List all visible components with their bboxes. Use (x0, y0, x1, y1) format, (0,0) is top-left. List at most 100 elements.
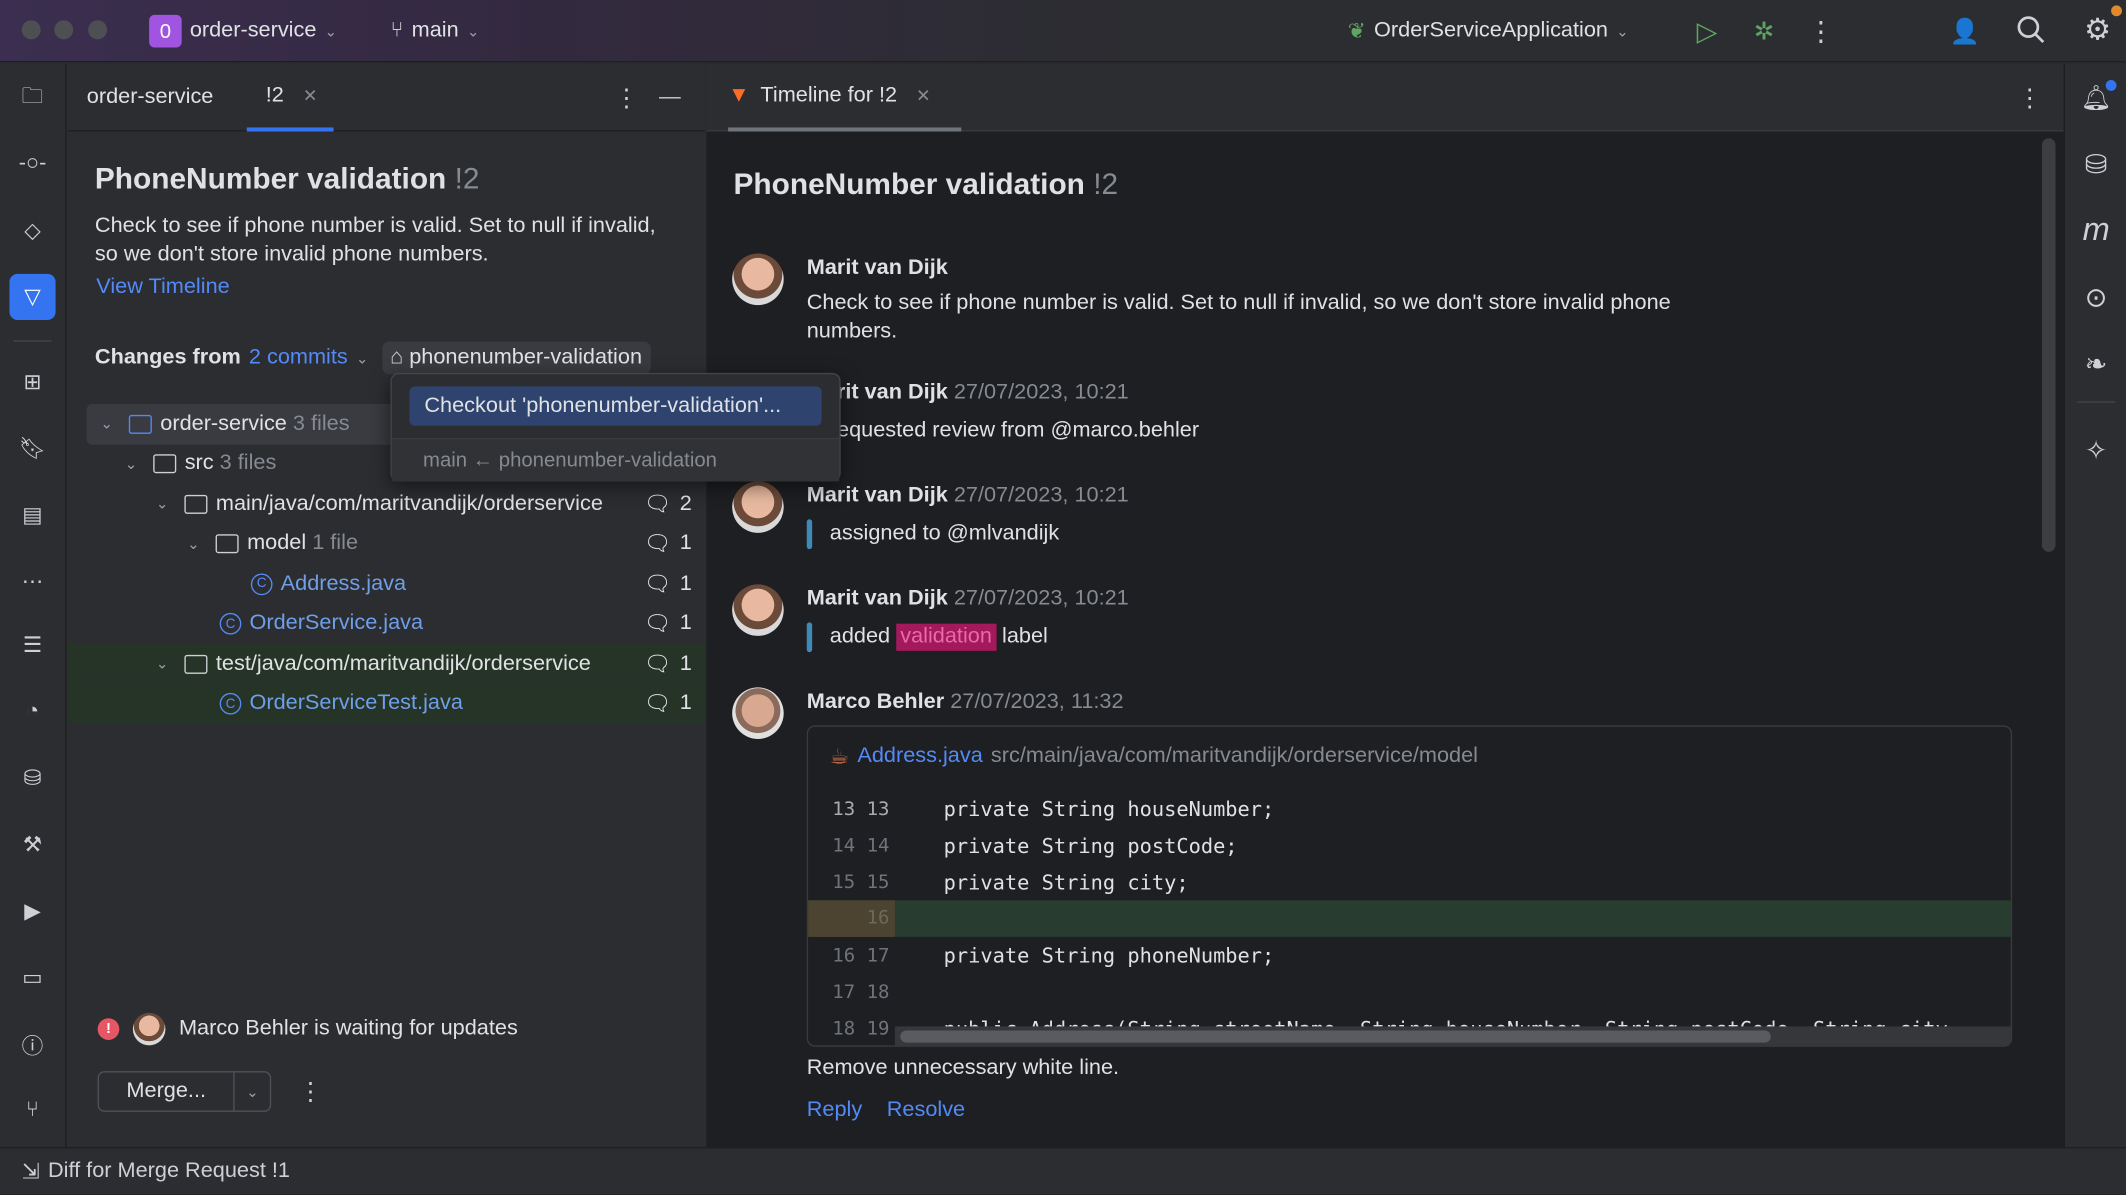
chevron-down-icon[interactable]: ⌄ (233, 1072, 269, 1111)
database-icon[interactable]: ⛁ (9, 755, 55, 801)
java-class-icon: C (219, 613, 242, 635)
merge-button[interactable]: Merge... ⌄ (97, 1071, 272, 1112)
add-user-icon[interactable]: 👤 (1947, 14, 1982, 49)
build-icon[interactable]: ⚒ (9, 822, 55, 868)
commits-selector[interactable]: 2 commits (249, 346, 348, 370)
java-class-icon: C (250, 573, 273, 595)
search-icon[interactable] (2012, 11, 2050, 49)
spring-leaf-icon[interactable]: ❧ (2073, 340, 2119, 386)
tab-mr-2[interactable]: !2 ✕ (246, 64, 334, 132)
vertical-scrollbar[interactable] (2041, 138, 2056, 552)
folder-icon (153, 454, 177, 474)
diff-file-header: ☕︎ Address.java src/main/java/com/maritv… (830, 743, 1478, 770)
review-status: ! Marco Behler is waiting for updates (97, 1012, 518, 1046)
scrollbar-thumb[interactable] (900, 1030, 1771, 1043)
project-badge: 0 (149, 14, 182, 48)
comment-icon: 🗨︎ (644, 573, 672, 597)
tab-label: order-service (86, 85, 214, 109)
diff-file-link[interactable]: Address.java (857, 744, 982, 768)
tab-timeline[interactable]: ▼ Timeline for !2 ✕ (728, 64, 962, 132)
label-badge[interactable]: validation (896, 623, 996, 651)
database-icon[interactable]: ⛁ (2073, 141, 2119, 187)
tree-row[interactable]: C Address.java 🗨︎ 1 (68, 564, 705, 604)
learn-icon[interactable]: ◇ (9, 207, 55, 253)
changes-from-label: Changes from (94, 345, 241, 369)
view-timeline-link[interactable]: View Timeline (96, 275, 229, 299)
java-file-icon: ☕︎ (829, 745, 850, 769)
window-maximize-button[interactable] (88, 20, 108, 40)
reply-link[interactable]: Reply (807, 1098, 862, 1122)
title-bar: 0 order-service ⌄ ⑂ main ⌄ ❦ OrderServic… (0, 0, 2126, 63)
minimize-icon[interactable]: — (656, 83, 683, 113)
comment-icon: 🗨︎ (644, 653, 672, 677)
chevron-down-icon: ⌄ (1616, 23, 1629, 40)
timeline-title: PhoneNumber validation !2 (733, 166, 1119, 201)
resolve-link[interactable]: Resolve (887, 1098, 965, 1122)
more-icon[interactable]: ⋮ (298, 1075, 322, 1108)
tree-row[interactable]: ⌄ main/java/com/maritvandijk/orderservice… (68, 484, 705, 524)
maven-icon[interactable]: m (2073, 207, 2119, 253)
more-icon[interactable]: ⋮ (613, 83, 640, 113)
more-icon[interactable]: ⋮ (2016, 83, 2043, 113)
run-config-selector[interactable]: ❦ OrderServiceApplication ⌄ (1348, 0, 1629, 62)
database-changes-icon[interactable]: ▤ (9, 492, 55, 538)
chevron-down-icon: ⌄ (324, 23, 338, 40)
module-folder-icon (129, 414, 153, 434)
notification-dot (2105, 79, 2117, 91)
problems-icon[interactable]: ⓘ (9, 1021, 55, 1067)
tag-icon: ⌂ (390, 345, 404, 369)
code-line: 13 13 private String houseNumber; (832, 796, 1275, 821)
tree-row[interactable]: ⌄ model 1 file 🗨︎ 1 (68, 524, 705, 564)
diff-file-path: src/main/java/com/maritvandijk/orderserv… (990, 744, 1479, 768)
ai-assistant-icon[interactable]: ✧ (2073, 427, 2119, 473)
run-config-name: OrderServiceApplication (1374, 18, 1608, 43)
comment-icon: 🗨︎ (644, 613, 672, 637)
bookmarks-icon[interactable]: 🔖︎ (9, 426, 55, 472)
terminal-icon[interactable]: ▭ (9, 955, 55, 1001)
close-icon[interactable]: ✕ (303, 85, 318, 107)
code-line: 15 15 private String city; (832, 869, 1189, 895)
timeline-entry: Marit van Dijk 27/07/2023, 10:21 (806, 380, 1129, 405)
divider (2077, 401, 2116, 403)
settings-gear-icon[interactable]: ⚙ (2079, 11, 2117, 49)
horizontal-scrollbar[interactable] (894, 1026, 2011, 1046)
gitlab-merge-requests-icon[interactable]: ▽ (9, 273, 56, 320)
update-dot (2111, 5, 2122, 17)
branch-icon: ⑂ (390, 18, 404, 43)
branch-selector[interactable]: ⑂ main ⌄ (390, 0, 479, 62)
close-icon[interactable]: ✕ (916, 85, 931, 107)
commit-icon[interactable]: -○- (9, 141, 55, 187)
tree-row[interactable]: ⌄ test/java/com/maritvandijk/orderservice… (67, 644, 706, 685)
todo-list-icon[interactable]: ☰ (9, 622, 55, 668)
tree-row[interactable]: C OrderServiceTest.java 🗨︎ 1 (67, 684, 706, 725)
services-icon[interactable]: ▶ (9, 888, 55, 934)
window-close-button[interactable] (21, 20, 41, 40)
run-icon[interactable]: ▷ (1689, 14, 1724, 49)
tab-order-service[interactable]: order-service (87, 64, 214, 132)
debug-icon[interactable]: ✲ (1746, 14, 1781, 49)
more-tools-icon[interactable]: ⋯ (9, 559, 55, 605)
branch-popup: Checkout 'phonenumber-validation'... mai… (390, 372, 841, 482)
checkout-branch-item[interactable]: Checkout 'phonenumber-validation'... (409, 386, 822, 426)
comment-icon: 🗨︎ (644, 533, 672, 557)
entry-text: requested review from @marco.behler (829, 418, 1200, 443)
profiler-icon[interactable]: ◔ (9, 689, 55, 735)
window-minimize-button[interactable] (54, 20, 74, 40)
project-name: order-service (189, 18, 317, 43)
project-selector[interactable]: 0 order-service ⌄ (149, 0, 337, 62)
diff-icon: ⇲ (21, 1160, 40, 1184)
avatar (132, 1012, 166, 1046)
project-folder-icon[interactable]: 🗀 (9, 76, 55, 122)
branch-tag-button[interactable]: ⌂ phonenumber-validation (381, 341, 651, 375)
chevron-down-icon[interactable]: ⌄ (356, 349, 368, 366)
timeline-entry: Marit van Dijk 27/07/2023, 10:21 (806, 587, 1129, 611)
status-text[interactable]: Diff for Merge Request !1 (48, 1159, 290, 1183)
git-icon[interactable]: ⑂ (9, 1087, 55, 1133)
branch-tag-label: phonenumber-validation (409, 345, 643, 369)
editor-tab-bar: ▼ Timeline for !2 ✕ ⋮ (706, 63, 2064, 132)
chevron-down-icon: ⌄ (466, 23, 480, 40)
more-icon[interactable]: ⋮ (1803, 14, 1838, 49)
endpoints-icon[interactable]: ⊙ (2073, 274, 2119, 320)
structure-icon[interactable]: ⊞ (9, 359, 55, 405)
tree-row[interactable]: C OrderService.java 🗨︎ 1 (68, 604, 705, 644)
